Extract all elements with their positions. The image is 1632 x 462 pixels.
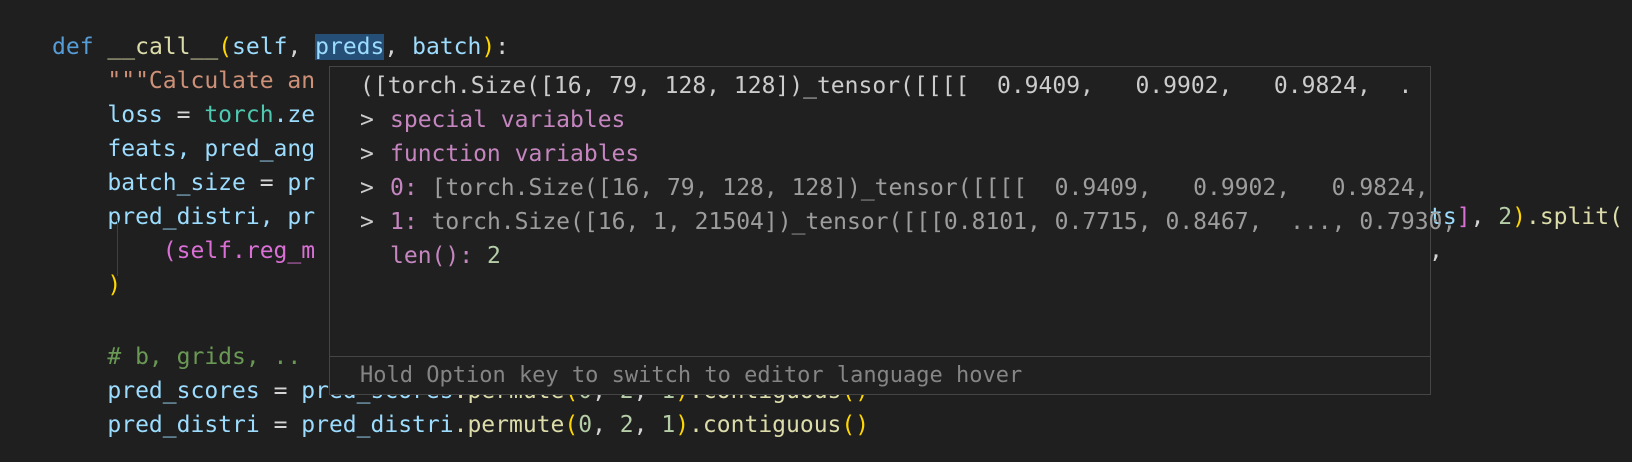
hover-item-value: [torch.Size([16, 79, 128, 128])_tensor([… [431, 175, 1458, 201]
paren: () [841, 412, 870, 438]
hover-item-key: 1 [390, 209, 404, 235]
paren: ) [1512, 204, 1526, 230]
chevron-right-icon[interactable]: > [360, 137, 390, 171]
punct: , [1470, 204, 1499, 230]
paren: ) [107, 272, 122, 298]
method-contiguous: .contiguous [689, 412, 842, 438]
var-loss: loss [107, 102, 163, 128]
code-line-9[interactable]: # b, grids, .. [52, 340, 301, 374]
paren: ( [564, 412, 579, 438]
hover-divider [330, 356, 1430, 357]
code-line-8[interactable]: ) [52, 268, 121, 302]
operator: = [259, 378, 302, 404]
var-batch-size: batch_size [107, 170, 246, 196]
operator: = [162, 102, 205, 128]
paren: ) [675, 412, 690, 438]
module-torch: torch [204, 102, 274, 128]
code-line-6[interactable]: pred_distri, pr [52, 200, 315, 234]
number: 1 [661, 412, 676, 438]
code-line-5[interactable]: batch_size = pr [52, 166, 315, 200]
hover-item-1[interactable]: >1: torch.Size([16, 1, 21504])_tensor([[… [360, 205, 1458, 239]
code-line-4[interactable]: feats, pred_ang [52, 132, 315, 166]
hover-item-value: 2 [486, 243, 501, 269]
punct: , [384, 34, 413, 60]
hover-item-key: 0 [390, 175, 404, 201]
paren: ( [218, 34, 233, 60]
code-line-11[interactable]: pred_distri = pred_distri.permute(0, 2, … [52, 408, 869, 442]
chevron-right-icon[interactable]: > [360, 171, 390, 205]
code-line-2[interactable]: """Calculate an [52, 64, 315, 98]
hover-header: ([torch.Size([16, 79, 128, 128])_tensor(… [360, 73, 1410, 99]
param-self: self [232, 34, 288, 60]
punct: , [287, 34, 316, 60]
comment: # b, grids, .. [107, 344, 302, 370]
docstring: """Calculate an [107, 68, 316, 94]
bracket: ] [1456, 204, 1471, 230]
punct: , [633, 412, 662, 438]
operator: = [259, 412, 302, 438]
punct: : [495, 34, 510, 60]
code-fragment: feats, pred_ang [107, 136, 316, 162]
hover-item-label: special variables [390, 107, 626, 133]
number: 2 [619, 412, 634, 438]
hover-item-0[interactable]: >0: [torch.Size([16, 79, 128, 128])_tens… [360, 171, 1458, 205]
code-line-3[interactable]: loss = torch.ze [52, 98, 315, 132]
hover-item-value: torch.Size([16, 1, 21504])_tensor([[[0.8… [431, 209, 1458, 235]
function-name: __call__ [107, 34, 219, 60]
number: 0 [578, 412, 593, 438]
param-preds-hovered[interactable]: preds [315, 34, 385, 60]
code-fragment: (self.reg_m [162, 238, 316, 264]
var-pred-scores: pred_scores [107, 378, 260, 404]
var-pred-distri: pred_distri [301, 412, 454, 438]
code-fragment: pred_distri, pr [107, 204, 316, 230]
code-line-1[interactable]: def __call__(self, preds, batch): [52, 30, 509, 64]
chevron-right-icon[interactable]: > [360, 205, 390, 239]
keyword-def: def [52, 34, 94, 60]
code-line-7[interactable]: (self.reg_m [52, 234, 315, 268]
hover-item-function-variables[interactable]: > function variables [360, 137, 1458, 171]
debug-hover-widget[interactable]: ([torch.Size([16, 79, 128, 128])_tensor(… [329, 66, 1458, 395]
code-fragment: pr [287, 170, 316, 196]
method-permute: .permute [453, 412, 565, 438]
code-fragment: .ze [273, 102, 316, 128]
paren: ) [481, 34, 496, 60]
operator: = [245, 170, 288, 196]
hover-item-len[interactable]: len(): 2 [360, 239, 1458, 273]
number: 2 [1498, 204, 1513, 230]
var-pred-distri: pred_distri [107, 412, 260, 438]
hover-item-key: len() [390, 243, 460, 269]
code-line-6-tail[interactable]: ts], 2).split( [1429, 200, 1623, 234]
punct: , [592, 412, 620, 438]
chevron-right-icon[interactable]: > [360, 103, 390, 137]
hover-item-special-variables[interactable]: > special variables [360, 103, 1458, 137]
hover-tip: Hold Option key to switch to editor lang… [360, 363, 1023, 388]
param-batch: batch [412, 34, 482, 60]
hover-item-label: function variables [390, 141, 640, 167]
method-split: .split( [1525, 204, 1623, 230]
